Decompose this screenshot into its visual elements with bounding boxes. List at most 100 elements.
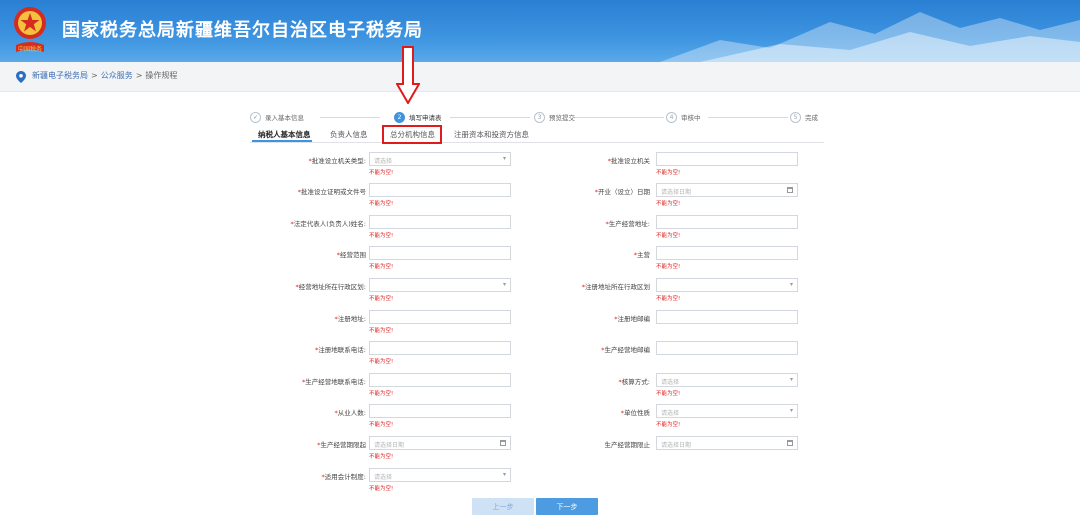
text-field[interactable]: [656, 215, 798, 229]
field-label: *生产经营期限起: [317, 439, 366, 449]
select-field[interactable]: 请选择 ▾: [369, 152, 511, 166]
step-label: 预览提交: [549, 114, 575, 122]
field-error-message: 不能为空!: [656, 296, 681, 302]
select-field[interactable]: ▾: [656, 278, 798, 292]
breadcrumb-separator: >: [91, 71, 98, 80]
field-label-text: 生产经营期限起: [320, 441, 367, 449]
chevron-down-icon: ▾: [789, 376, 793, 383]
field-label-text: 生产经营地联系电话:: [305, 378, 366, 386]
field-error-message: 不能为空!: [369, 296, 394, 302]
text-field[interactable]: [369, 373, 511, 387]
field-error-message: 不能为空!: [369, 359, 394, 365]
field-placeholder: 请选择日期: [661, 442, 692, 449]
field-label-text: 注册地邮编: [617, 315, 651, 323]
field-label-text: 批准设立证明或文件号: [301, 188, 366, 196]
chevron-down-icon: ▾: [789, 407, 793, 414]
field-label-text: 核算方式:: [621, 378, 650, 386]
field-label: *批准设立机关类型:: [309, 155, 366, 165]
field-label-text: 单位性质: [624, 409, 650, 417]
field-error-message: 不能为空!: [369, 201, 394, 207]
select-field[interactable]: 请选择 ▾: [656, 404, 798, 418]
previous-step-button[interactable]: 上一步: [472, 498, 534, 515]
step-number: 5: [790, 111, 801, 123]
field-label-text: 经营范围: [340, 251, 366, 259]
breadcrumb: 新疆电子税务局 > 公众服务 > 操作规程: [0, 62, 1080, 92]
field-label: *经营地址所在行政区划:: [296, 281, 366, 291]
active-tab-indicator: [252, 140, 312, 142]
step-connector: [708, 117, 788, 118]
breadcrumb-link-home[interactable]: 新疆电子税务局: [32, 71, 88, 80]
text-field[interactable]: [369, 404, 511, 418]
breadcrumb-current: 操作规程: [145, 71, 178, 80]
tab-capital-investor[interactable]: 注册资本和投资方信息: [454, 129, 529, 140]
select-field[interactable]: 请选择 ▾: [369, 468, 511, 482]
text-field[interactable]: [656, 310, 798, 324]
field-label: 生产经营期限止: [605, 439, 651, 449]
field-error-message: 不能为空!: [656, 264, 681, 270]
field-label-text: 生产经营地邮编: [604, 346, 651, 354]
app-root: 中国税务 国家税务总局新疆维吾尔自治区电子税务局 新疆电子税务局 > 公众服务 > 操作…: [0, 0, 1080, 526]
mountain-backdrop: [660, 12, 1080, 62]
date-field[interactable]: 请选择日期: [656, 183, 798, 197]
step-connector: [574, 117, 664, 118]
progress-stepper: ✓ 录入基本信息 2 填写申请表 3 预览提交 4 审核中 5 完成: [248, 110, 824, 126]
field-label: *经营范围: [337, 249, 366, 259]
step-label: 填写申请表: [409, 114, 442, 122]
field-label: *核算方式:: [619, 376, 650, 386]
text-field[interactable]: [369, 183, 511, 197]
chevron-down-icon: ▾: [502, 281, 506, 288]
field-label-text: 主营: [637, 251, 650, 259]
step-label: 录入基本信息: [265, 114, 304, 122]
step-connector: [450, 117, 530, 118]
date-field[interactable]: 请选择日期: [369, 436, 511, 450]
text-field[interactable]: [369, 310, 511, 324]
step-label: 审核中: [681, 114, 701, 122]
field-placeholder: 请选择: [661, 410, 680, 417]
chevron-down-icon: ▾: [502, 471, 506, 478]
field-label-text: 批准设立机关类型:: [311, 157, 366, 165]
text-field[interactable]: [369, 341, 511, 355]
emblem-text: 中国税务: [18, 45, 42, 53]
text-field[interactable]: [656, 152, 798, 166]
next-step-button[interactable]: 下一步: [536, 498, 598, 515]
field-label-text: 生产经营地址:: [608, 220, 650, 228]
date-field[interactable]: 请选择日期: [656, 436, 798, 450]
field-error-message: 不能为空!: [656, 233, 681, 239]
tab-responsible-person[interactable]: 负责人信息: [330, 129, 368, 140]
chevron-down-icon: ▾: [502, 155, 506, 162]
field-label: *适用会计制度:: [322, 471, 366, 481]
field-error-message: 不能为空!: [656, 422, 681, 428]
step-2: 2 填写申请表: [394, 110, 442, 124]
field-label-text: 适用会计制度:: [324, 473, 366, 481]
red-down-arrow-icon: [396, 46, 420, 104]
field-label: *注册地邮编: [614, 313, 650, 323]
step-1: ✓ 录入基本信息: [250, 110, 304, 124]
text-field[interactable]: [656, 341, 798, 355]
text-field[interactable]: [656, 246, 798, 260]
select-field[interactable]: 请选择 ▾: [656, 373, 798, 387]
field-error-message: 不能为空!: [369, 328, 394, 334]
field-label-text: 注册地联系电话:: [318, 346, 366, 354]
step-connector: [320, 117, 380, 118]
field-label: *生产经营地联系电话:: [302, 376, 366, 386]
site-title: 国家税务总局新疆维吾尔自治区电子税务局: [62, 20, 423, 41]
field-label-text: 从业人数:: [337, 409, 366, 417]
select-field[interactable]: ▾: [369, 278, 511, 292]
field-label: *生产经营地址:: [606, 218, 650, 228]
calendar-icon: [787, 187, 793, 193]
calendar-icon: [787, 440, 793, 446]
field-label: *单位性质: [621, 407, 650, 417]
field-error-message: 不能为空!: [369, 233, 394, 239]
text-field[interactable]: [369, 215, 511, 229]
field-error-message: 不能为空!: [656, 391, 681, 397]
tab-taxpayer-basic-info[interactable]: 纳税人基本信息: [258, 129, 311, 140]
field-label: *法定代表人(负责人)姓名:: [290, 218, 366, 228]
field-error-message: 不能为空!: [369, 391, 394, 397]
field-error-message: 不能为空!: [369, 422, 394, 428]
field-error-message: 不能为空!: [369, 486, 394, 492]
field-label-text: 注册地址所在行政区划: [585, 283, 650, 291]
field-placeholder: 请选择日期: [661, 189, 692, 196]
breadcrumb-link-public-services[interactable]: 公众服务: [101, 71, 133, 80]
text-field[interactable]: [369, 246, 511, 260]
field-label: *批准设立证明或文件号: [298, 186, 366, 196]
